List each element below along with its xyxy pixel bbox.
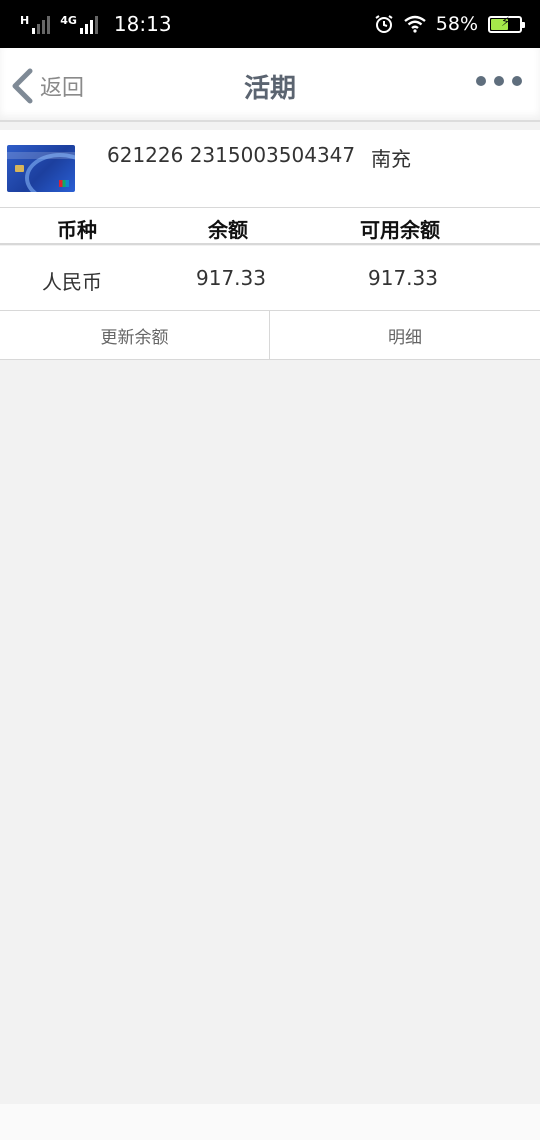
detail-button[interactable]: 明细 (270, 311, 540, 359)
nav-bar: 返回 活期 (0, 48, 540, 122)
header-currency: 币种 (57, 218, 97, 242)
card-branch: 南充 (371, 147, 411, 171)
more-dots-icon[interactable] (476, 76, 522, 86)
balance-table-header: 币种 余额 可用余额 (0, 208, 540, 245)
signal-icon-2: 4G (60, 14, 98, 34)
status-right: 58% ⚡ (374, 13, 525, 35)
status-bar: H 4G 18:13 58% ⚡ (0, 0, 540, 48)
header-available-balance: 可用余额 (360, 218, 440, 242)
battery-percent: 58% (435, 13, 478, 35)
cell-available-balance: 917.33 (368, 266, 438, 290)
header-balance: 余额 (208, 218, 248, 242)
action-bar: 更新余额 明细 (0, 311, 540, 360)
status-time: 18:13 (113, 12, 172, 36)
cell-balance: 917.33 (196, 266, 266, 290)
alarm-icon (375, 15, 393, 33)
battery-charging-icon: ⚡ (488, 15, 525, 33)
page-title: 活期 (243, 74, 296, 104)
bottom-area (0, 1104, 540, 1140)
bank-card-icon (7, 145, 75, 192)
refresh-balance-button[interactable]: 更新余额 (0, 311, 270, 359)
network-type-label: H (20, 14, 30, 27)
card-number: 621226 2315003504347 (107, 143, 356, 167)
wifi-icon (404, 15, 426, 33)
account-card[interactable]: 621226 2315003504347 南充 (0, 130, 540, 208)
signal-icon: H (20, 14, 51, 34)
status-left: H 4G 18:13 (20, 12, 172, 36)
table-row: 人民币 917.33 917.33 (0, 246, 540, 311)
network-type-label-2: 4G (60, 14, 77, 27)
cell-currency: 人民币 (42, 270, 102, 294)
